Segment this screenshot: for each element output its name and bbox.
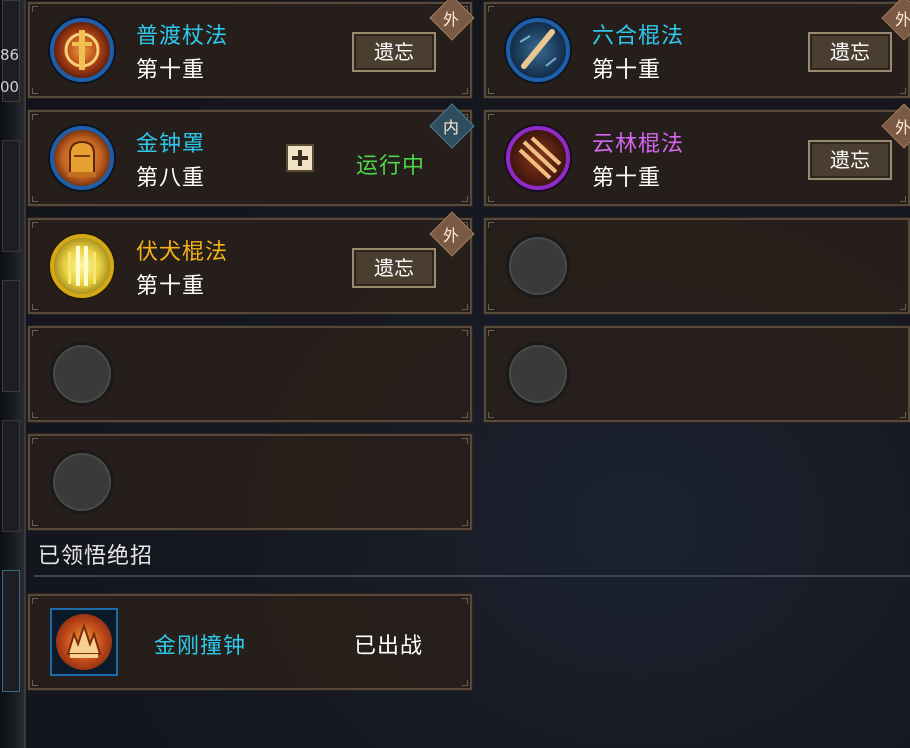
skill-level: 第十重 [592, 58, 662, 83]
left-side-rail: 86 00 [0, 0, 26, 748]
forget-button[interactable]: 遗忘 [352, 32, 436, 72]
skill-type-tag-label: 外 [442, 226, 459, 245]
skill-level: 第八重 [136, 166, 206, 191]
rail-segment [2, 140, 20, 252]
skill-slot[interactable]: 伏犬棍法 第十重 遗忘 外 [27, 211, 475, 315]
empty-skill-slot[interactable] [27, 325, 473, 423]
ultimate-slot[interactable]: 金刚撞钟 已出战 [27, 593, 473, 691]
staff-emblem-icon [50, 18, 114, 82]
rail-segment [2, 570, 20, 692]
triple-slash-icon [506, 126, 570, 190]
skill-slot[interactable]: 金钟罩 第八重 运行中 内 [27, 103, 475, 207]
ultimate-name: 金刚撞钟 [154, 634, 247, 659]
skill-level: 第十重 [592, 166, 662, 191]
staff-strike-icon [506, 18, 570, 82]
skill-name: 金钟罩 [136, 132, 206, 157]
skill-type-tag-label: 外 [894, 118, 910, 137]
skill-name: 普渡杖法 [136, 24, 229, 49]
section-title: 已领悟绝招 [38, 544, 154, 569]
skill-name: 六合棍法 [592, 24, 685, 49]
skill-slot[interactable]: 普渡杖法 第十重 遗忘 外 [27, 0, 475, 99]
upgrade-plus-button[interactable] [286, 144, 314, 172]
section-divider [34, 575, 910, 577]
empty-slot-icon [50, 342, 114, 406]
plus-icon [292, 150, 308, 166]
forget-button[interactable]: 遗忘 [808, 140, 892, 180]
skill-name: 云林棍法 [592, 132, 685, 157]
skill-name: 伏犬棍法 [136, 240, 229, 265]
ultimate-status: 已出战 [354, 634, 424, 659]
forget-button[interactable]: 遗忘 [352, 248, 436, 288]
flame-bell-icon [56, 614, 112, 670]
empty-slot-icon [50, 450, 114, 514]
skill-type-tag-label: 外 [442, 10, 459, 29]
skill-slot[interactable]: 六合棍法 第十重 遗忘 外 [483, 0, 910, 99]
running-status: 运行中 [356, 154, 426, 179]
rail-number: 86 [0, 46, 20, 64]
skill-type-tag-label: 外 [894, 10, 910, 29]
empty-slot-icon [506, 342, 570, 406]
forget-button[interactable]: 遗忘 [808, 32, 892, 72]
rail-segment [2, 420, 20, 532]
empty-slot-icon [506, 234, 570, 298]
rail-number: 00 [0, 78, 20, 96]
golden-pillar-icon [50, 234, 114, 298]
skill-slot[interactable]: 云林棍法 第十重 遗忘 外 [483, 103, 910, 207]
golden-bell-icon [50, 126, 114, 190]
rail-segment [2, 280, 20, 392]
ultimate-icon-frame [50, 608, 118, 676]
skill-type-tag-label: 内 [442, 118, 459, 137]
empty-skill-slot[interactable] [27, 433, 473, 531]
skill-level: 第十重 [136, 274, 206, 299]
skill-level: 第十重 [136, 58, 206, 83]
empty-skill-slot[interactable] [483, 217, 910, 315]
empty-skill-slot[interactable] [483, 325, 910, 423]
